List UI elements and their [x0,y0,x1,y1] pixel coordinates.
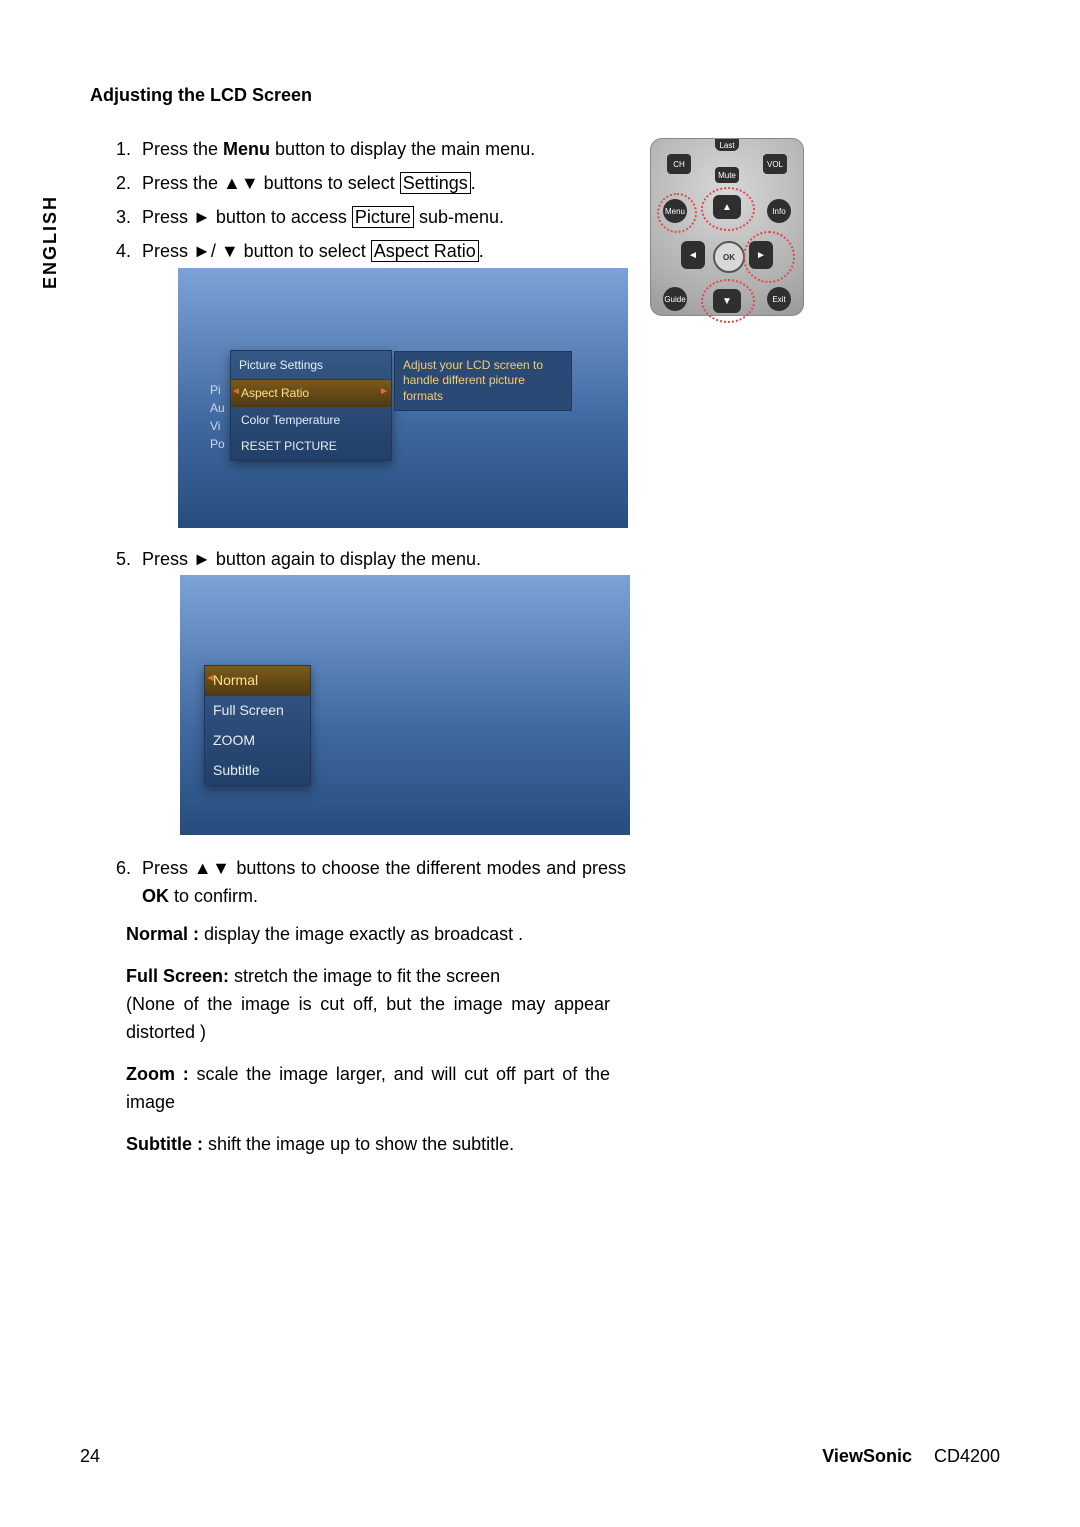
remote-guide-button[interactable]: Guide [663,287,687,311]
page-number: 24 [80,1446,100,1467]
osd1-item-aspect-ratio[interactable]: Aspect Ratio [231,380,391,407]
step-2-text-a: Press the ▲▼ buttons to select [142,173,400,193]
osd1-description: Adjust your LCD screen to handle differe… [394,351,572,412]
section-heading: Adjusting the LCD Screen [90,85,850,106]
mode-fullscreen-label: Full Screen: [126,966,229,986]
step-5: Press ► button again to display the menu… [136,546,850,836]
osd-screenshot-2: Normal Full Screen ZOOM Subtitle [180,575,630,835]
step-6-text-a: Press ▲▼ buttons to choose the different… [142,858,626,878]
remote-highlight-right-icon [743,231,795,283]
step-2-box: Settings [400,172,471,194]
remote-highlight-menu-icon [657,193,697,233]
step-4-text-b: . [479,241,484,261]
mode-zoom: Zoom : scale the image larger, and will … [126,1061,610,1117]
osd2-item-fullscreen[interactable]: Full Screen [205,696,310,726]
mode-fullscreen: Full Screen: stretch the image to fit th… [126,963,610,1047]
osd2-item-subtitle[interactable]: Subtitle [205,756,310,786]
remote-mute-button[interactable]: Mute [715,167,739,183]
mode-normal: Normal : display the image exactly as br… [126,921,610,949]
osd1-left-label: Au [210,399,225,417]
footer-right: ViewSonic CD4200 [822,1446,1000,1467]
mode-subtitle: Subtitle : shift the image up to show th… [126,1131,610,1159]
footer-model: CD4200 [934,1446,1000,1466]
remote-left-button[interactable]: ◄ [681,241,705,269]
remote-ch-button[interactable]: CH [667,154,691,174]
remote-exit-button[interactable]: Exit [767,287,791,311]
step-3-box: Picture [352,206,414,228]
osd2-panel: Normal Full Screen ZOOM Subtitle [204,665,311,786]
osd1-item-reset[interactable]: RESET PICTURE [231,433,391,460]
page-footer: 24 ViewSonic CD4200 [0,1446,1080,1467]
osd1-left-label: Po [210,435,225,453]
mode-subtitle-label: Subtitle : [126,1134,203,1154]
mode-fullscreen-text1: stretch the image to fit the screen [229,966,500,986]
step-4-box: Aspect Ratio [371,240,479,262]
step-1-text-b: button to display the main menu. [270,139,535,159]
step-6: Press ▲▼ buttons to choose the different… [136,855,850,911]
osd-screenshot-1: Pi Au Vi Po Picture Settings Aspect Rati… [178,268,628,528]
mode-zoom-text: scale the image larger, and will cut off… [126,1064,610,1112]
mode-fullscreen-text2: (None of the image is cut off, but the i… [126,994,610,1042]
step-3-text-a: Press ► button to access [142,207,352,227]
osd1-panel: Picture Settings Aspect Ratio Color Temp… [230,350,392,461]
osd1-left-label: Vi [210,417,225,435]
osd2-item-zoom[interactable]: ZOOM [205,726,310,756]
remote-highlight-down-icon [701,279,755,323]
language-side-label: ENGLISH [40,195,61,289]
remote-highlight-up-icon [701,187,755,231]
osd1-left-labels: Pi Au Vi Po [210,381,225,453]
mode-zoom-label: Zoom : [126,1064,189,1084]
osd2-item-normal[interactable]: Normal [205,666,310,696]
remote-ok-button[interactable]: OK [713,241,745,273]
remote-last-button[interactable]: Last [715,139,739,151]
osd1-menu-title: Picture Settings [231,351,391,381]
step-6-text-b: to confirm. [169,886,258,906]
step-2-text-b: . [471,173,476,193]
remote-vol-button[interactable]: VOL [763,154,787,174]
mode-normal-label: Normal : [126,924,199,944]
mode-normal-text: display the image exactly as broadcast . [199,924,523,944]
remote-control-image: Last CH Mute VOL Menu Info ▲ ◄ OK ► ▼ Gu… [650,138,804,316]
step-1-text-a: Press the [142,139,223,159]
mode-subtitle-text: shift the image up to show the subtitle. [203,1134,514,1154]
footer-brand: ViewSonic [822,1446,912,1466]
step-1-bold: Menu [223,139,270,159]
step-5-text: Press ► button again to display the menu… [142,549,481,569]
remote-info-button[interactable]: Info [767,199,791,223]
step-3-text-b: sub-menu. [414,207,504,227]
manual-page: ENGLISH Adjusting the LCD Screen Press t… [0,0,1080,1527]
osd1-item-color-temp[interactable]: Color Temperature [231,407,391,434]
step-6-bold: OK [142,886,169,906]
step-4-text-a: Press ►/ ▼ button to select [142,241,371,261]
osd1-left-label: Pi [210,381,225,399]
